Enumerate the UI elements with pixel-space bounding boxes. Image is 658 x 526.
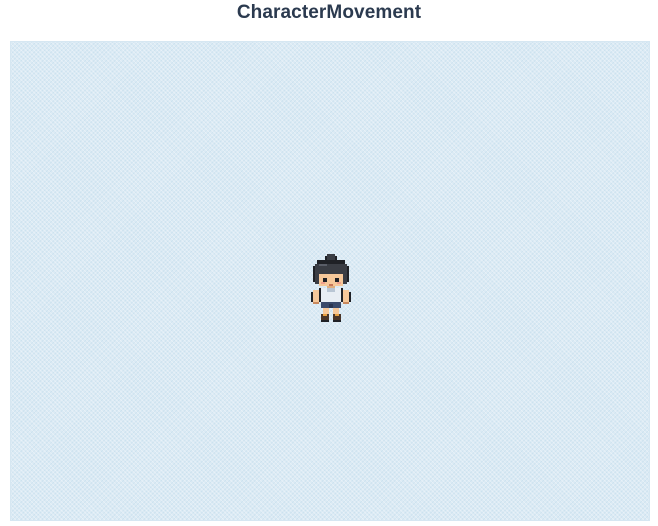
character-sprite-graphic — [311, 254, 351, 322]
game-canvas[interactable] — [10, 41, 650, 521]
player-character-sprite — [309, 254, 353, 322]
page-title: CharacterMovement — [236, 2, 422, 23]
